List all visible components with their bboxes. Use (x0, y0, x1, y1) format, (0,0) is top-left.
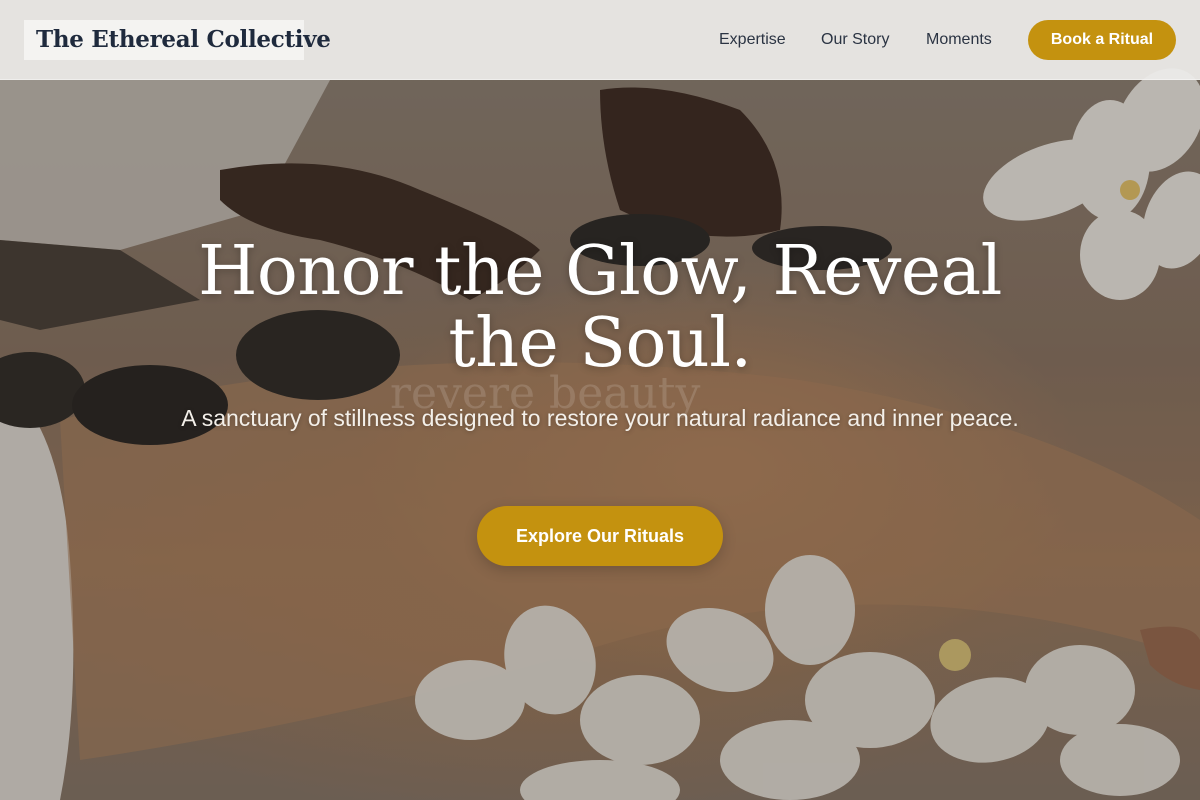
hero-subheadline: A sanctuary of stillness designed to res… (181, 405, 1019, 431)
nav-link-our-story[interactable]: Our Story (821, 29, 889, 51)
nav-link-expertise[interactable]: Expertise (719, 29, 786, 51)
brand-logo[interactable]: The Ethereal Collective (24, 20, 331, 60)
book-ritual-button[interactable]: Book a Ritual (1028, 20, 1176, 60)
explore-rituals-button[interactable]: Explore Our Rituals (477, 506, 723, 566)
hero-headline: Honor the Glow, Reveal the Soul. (198, 232, 1002, 383)
nav-link-moments[interactable]: Moments (926, 29, 992, 51)
site-header: The Ethereal Collective Expertise Our St… (0, 0, 1200, 80)
